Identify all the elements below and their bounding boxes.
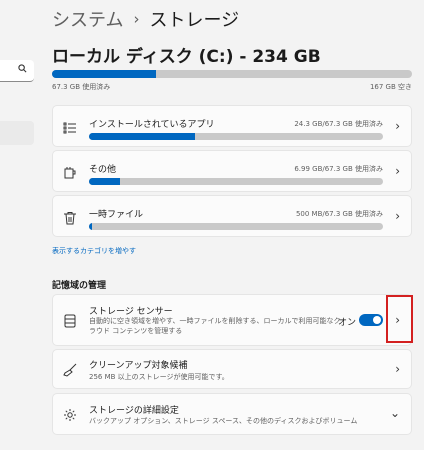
advanced-storage-settings-row[interactable]: ストレージの詳細設定 バックアップ オプション、ストレージ スペース、その他のデ… (52, 393, 412, 435)
chevron-down-icon[interactable]: ⌄ (390, 406, 400, 420)
cleanup-recommendations-row[interactable]: クリーンアップ対象候補 256 MB 以上のストレージが使用可能です。 › (52, 349, 412, 389)
category-usage-fill (89, 223, 92, 230)
other-files-icon (63, 166, 77, 180)
category-size: 6.99 GB/67.3 GB 使用済み (294, 165, 383, 173)
advanced-settings-title: ストレージの詳細設定 (89, 406, 179, 416)
category-name: 一時ファイル (89, 210, 144, 220)
breadcrumb: システム › ストレージ (52, 6, 239, 32)
chevron-right-icon: › (395, 362, 400, 376)
chevron-right-icon: › (395, 209, 400, 223)
gear-icon (63, 408, 77, 422)
storage-sense-desc-line1: 自動的に空き領域を増やす、一時ファイルを削除する、ローカルで利用可能なク (89, 317, 341, 325)
category-name: インストールされているアプリ (89, 120, 215, 130)
highlight-box (386, 295, 413, 343)
show-more-categories-link[interactable]: 表示するカテゴリを増やす (52, 246, 136, 256)
disk-free-label: 167 GB 空き (369, 83, 412, 91)
storage-sense-row[interactable]: ストレージ センサー 自動的に空き領域を増やす、一時ファイルを削除する、ローカル… (52, 294, 412, 346)
storage-sense-toggle[interactable] (359, 314, 383, 326)
category-usage-bar (89, 178, 383, 185)
category-usage-bar (89, 223, 383, 230)
toggle-knob (373, 316, 381, 324)
breadcrumb-separator: › (133, 10, 140, 28)
category-name: その他 (89, 165, 117, 175)
toggle-state-label: オン (338, 318, 357, 328)
apps-list-icon (63, 121, 77, 135)
trash-icon (63, 211, 77, 225)
cleanup-desc: 256 MB 以上のストレージが使用可能です。 (89, 373, 229, 381)
category-usage-bar (89, 133, 383, 140)
sidebar-search-input[interactable] (0, 60, 34, 82)
cleanup-title: クリーンアップ対象候補 (89, 361, 188, 371)
search-icon (18, 64, 27, 76)
chevron-right-icon: › (395, 119, 400, 133)
sidebar (0, 0, 36, 450)
disk-usage-bar (52, 70, 412, 78)
category-usage-fill (89, 133, 196, 140)
category-temp-files[interactable]: 一時ファイル 500 MB/67.3 GB 使用済み › (52, 195, 412, 237)
disk-title: ローカル ディスク (C:) - 234 GB (52, 47, 321, 67)
drive-icon (63, 314, 77, 328)
breadcrumb-parent[interactable]: システム (52, 6, 123, 32)
broom-icon (63, 363, 77, 377)
disk-usage-fill (52, 70, 156, 78)
category-usage-fill (89, 178, 120, 185)
category-other[interactable]: その他 6.99 GB/67.3 GB 使用済み › (52, 150, 412, 192)
storage-sense-desc-line2: ラウド コンテンツを管理する (89, 327, 183, 335)
page-title: ストレージ (149, 10, 240, 31)
disk-used-label: 67.3 GB 使用済み (52, 83, 111, 91)
chevron-right-icon: › (395, 164, 400, 178)
category-size: 24.3 GB/67.3 GB 使用済み (294, 120, 383, 128)
sidebar-item-selected[interactable] (0, 121, 34, 145)
category-size: 500 MB/67.3 GB 使用済み (295, 210, 383, 218)
storage-management-heading: 記憶域の管理 (52, 281, 107, 291)
advanced-settings-desc: バックアップ オプション、ストレージ スペース、その他のディスクおよびボリューム (89, 417, 358, 425)
category-installed-apps[interactable]: インストールされているアプリ 24.3 GB/67.3 GB 使用済み › (52, 105, 412, 147)
